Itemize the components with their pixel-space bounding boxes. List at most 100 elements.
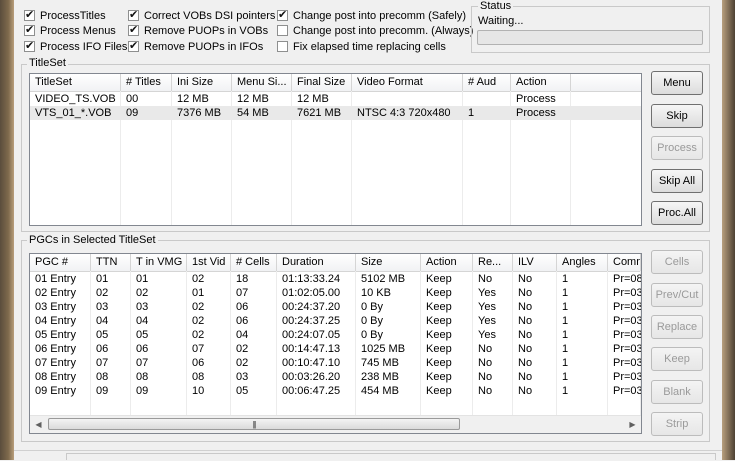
arrow-left-icon[interactable]: ◀ xyxy=(30,416,47,433)
table-cell: Pr=03 xyxy=(613,315,641,327)
pgcs-column-header[interactable]: ILV xyxy=(513,254,557,271)
horizontal-scrollbar[interactable]: ◀ ||| ▶ xyxy=(30,415,641,433)
table-cell: 5102 MB xyxy=(361,273,406,285)
table-cell: No xyxy=(518,385,533,397)
titleset-column-header[interactable]: Menu Si... xyxy=(232,74,292,91)
pgcs-column-header[interactable]: Angles xyxy=(557,254,608,271)
table-cell: 06 xyxy=(236,301,249,313)
pgcs-blank-button[interactable]: Blank xyxy=(651,380,703,404)
pgcs-column-header[interactable]: Re... xyxy=(473,254,513,271)
table-row[interactable]: 04 Entry 04 04 02 06 00:24:37.25 0 By Keep Yes No… xyxy=(30,314,641,328)
table-row[interactable]: 06 Entry 06 06 07 02 00:14:47.13 1025 MB Keep No… xyxy=(30,342,641,356)
table-cell: 02 xyxy=(236,343,249,355)
table-cell: VTS_01_*.VOB xyxy=(35,107,112,119)
table-row[interactable]: 01 Entry 01 01 02 18 01:13:33.24 5102 MB Keep No… xyxy=(30,272,641,286)
table-row[interactable]: 07 Entry 07 07 06 02 00:10:47.10 745 MB Keep No N… xyxy=(30,356,641,370)
pgcs-column-header[interactable]: T in VMG xyxy=(131,254,187,271)
pgcs-replace-button[interactable]: Replace xyxy=(651,315,703,339)
pgcs-column-header[interactable]: 1st Vid xyxy=(187,254,231,271)
table-cell: 06 xyxy=(136,343,149,355)
table-cell: Keep xyxy=(426,301,452,313)
table-row[interactable]: 09 Entry 09 09 10 05 00:06:47.25 454 MB Keep No N… xyxy=(30,384,641,398)
pgcs-cells-button[interactable]: Cells xyxy=(651,250,703,274)
titleset-column-header[interactable]: TitleSet xyxy=(30,74,121,91)
checkbox-icon[interactable] xyxy=(128,8,139,22)
status-progress-bar xyxy=(477,30,703,45)
pgcs-column-header[interactable]: # Cells xyxy=(231,254,277,271)
table-cell: No xyxy=(478,357,493,369)
table-cell: 05 xyxy=(236,385,249,397)
table-cell: 03 Entry xyxy=(35,301,76,313)
table-cell: 08 xyxy=(192,371,205,383)
option-col2-1[interactable]: Remove PUOPs in VOBs xyxy=(128,23,268,38)
titleset-proc-all-button[interactable]: Proc.All xyxy=(651,201,703,225)
pgcs-column-header[interactable]: Action xyxy=(421,254,473,271)
arrow-right-icon[interactable]: ▶ xyxy=(624,416,641,433)
titleset-column-header[interactable]: # Aud xyxy=(463,74,511,91)
status-group-title: Status xyxy=(478,0,514,12)
checkbox-icon[interactable] xyxy=(277,41,288,52)
titleset-skip-button[interactable]: Skip xyxy=(651,104,703,128)
option-col3-1[interactable]: Change post into precomm. (Always) xyxy=(277,23,473,38)
checkbox-icon[interactable] xyxy=(24,8,35,22)
table-cell: 1 xyxy=(562,273,569,285)
titleset-skip-all-button[interactable]: Skip All xyxy=(651,169,703,193)
titleset-column-header[interactable]: Action xyxy=(511,74,571,91)
table-cell: Pr=03 xyxy=(613,343,641,355)
titleset-list[interactable]: TitleSet # Titles Ini Size Menu Si... Final … xyxy=(29,73,642,226)
option-col1-0[interactable]: ProcessTitles xyxy=(24,8,106,23)
table-cell: 1 xyxy=(562,371,569,383)
option-col1-1[interactable]: Process Menus xyxy=(24,23,116,38)
scrollbar-thumb[interactable]: ||| xyxy=(48,418,460,430)
table-row[interactable]: 05 Entry 05 05 02 04 00:24:07.05 0 By Keep Yes No… xyxy=(30,328,641,342)
option-col3-0[interactable]: Change post into precomm (Safely) xyxy=(277,8,466,23)
titleset-header: TitleSet # Titles Ini Size Menu Si... Final … xyxy=(30,74,641,92)
pgcs-column-header[interactable]: PGC # xyxy=(30,254,91,271)
table-cell: 1 xyxy=(562,301,569,313)
option-label: Change post into precomm. (Always) xyxy=(293,24,474,37)
option-label: Change post into precomm (Safely) xyxy=(293,9,467,22)
table-cell: 05 xyxy=(96,329,109,341)
pgcs-strip-button[interactable]: Strip xyxy=(651,412,703,436)
table-row[interactable]: 03 Entry 03 03 02 06 00:24:37.20 0 By Keep Yes No… xyxy=(30,300,641,314)
titleset-column-header[interactable]: # Titles xyxy=(121,74,172,91)
table-cell: 01:13:33.24 xyxy=(282,273,341,285)
pgcs-column-header[interactable]: Size xyxy=(356,254,421,271)
table-cell: No xyxy=(518,329,533,341)
pgcs-list[interactable]: PGC # TTN T in VMG 1st Vid # Cells Duration Si… xyxy=(29,253,642,434)
table-cell: 08 xyxy=(96,371,109,383)
checkbox-icon[interactable] xyxy=(128,39,139,53)
table-row[interactable]: VTS_01_*.VOB 09 7376 MB 54 MB 7621 MB NTSC 4:… xyxy=(30,106,641,120)
checkbox-icon[interactable] xyxy=(24,39,35,53)
table-cell: No xyxy=(518,301,533,313)
table-cell: 54 MB xyxy=(237,107,269,119)
titleset-column-header[interactable]: Final Size xyxy=(292,74,352,91)
checkbox-icon[interactable] xyxy=(128,23,139,37)
table-cell: 1 xyxy=(562,357,569,369)
table-row[interactable]: VIDEO_TS.VOB 00 12 MB 12 MB 12 MB Process xyxy=(30,92,641,106)
checkbox-icon[interactable] xyxy=(277,8,288,22)
table-cell: 03 xyxy=(236,371,249,383)
table-cell: Process xyxy=(516,107,556,119)
titleset-column-header[interactable]: Ini Size xyxy=(172,74,232,91)
table-cell: No xyxy=(518,371,533,383)
table-cell: 02 xyxy=(136,287,149,299)
titleset-process-button[interactable]: Process xyxy=(651,136,703,160)
table-cell: No xyxy=(478,385,493,397)
pgcs-column-header[interactable]: Duration xyxy=(277,254,356,271)
option-col2-2[interactable]: Remove PUOPs in IFOs xyxy=(128,39,263,54)
checkbox-icon[interactable] xyxy=(277,25,288,36)
option-col1-2[interactable]: Process IFO Files xyxy=(24,39,127,54)
option-col3-2[interactable]: Fix elapsed time replacing cells xyxy=(277,39,446,54)
table-row[interactable]: 02 Entry 02 02 01 07 01:02:05.00 10 KB Keep Yes N… xyxy=(30,286,641,300)
titleset-column-header[interactable]: Video Format xyxy=(352,74,463,91)
pgcs-keep-button[interactable]: Keep xyxy=(651,347,703,371)
checkbox-icon[interactable] xyxy=(24,23,35,37)
titleset-menu-button[interactable]: Menu xyxy=(651,71,703,95)
table-row[interactable]: 08 Entry 08 08 08 03 00:03:26.20 238 MB Keep No N… xyxy=(30,370,641,384)
pgcs-prev-cut-button[interactable]: Prev/Cut xyxy=(651,283,703,307)
option-col2-0[interactable]: Correct VOBs DSI pointers xyxy=(128,8,275,23)
pgcs-column-header[interactable]: TTN xyxy=(91,254,131,271)
table-cell: 03 xyxy=(136,301,149,313)
pgcs-column-header[interactable]: Comm xyxy=(608,254,641,271)
